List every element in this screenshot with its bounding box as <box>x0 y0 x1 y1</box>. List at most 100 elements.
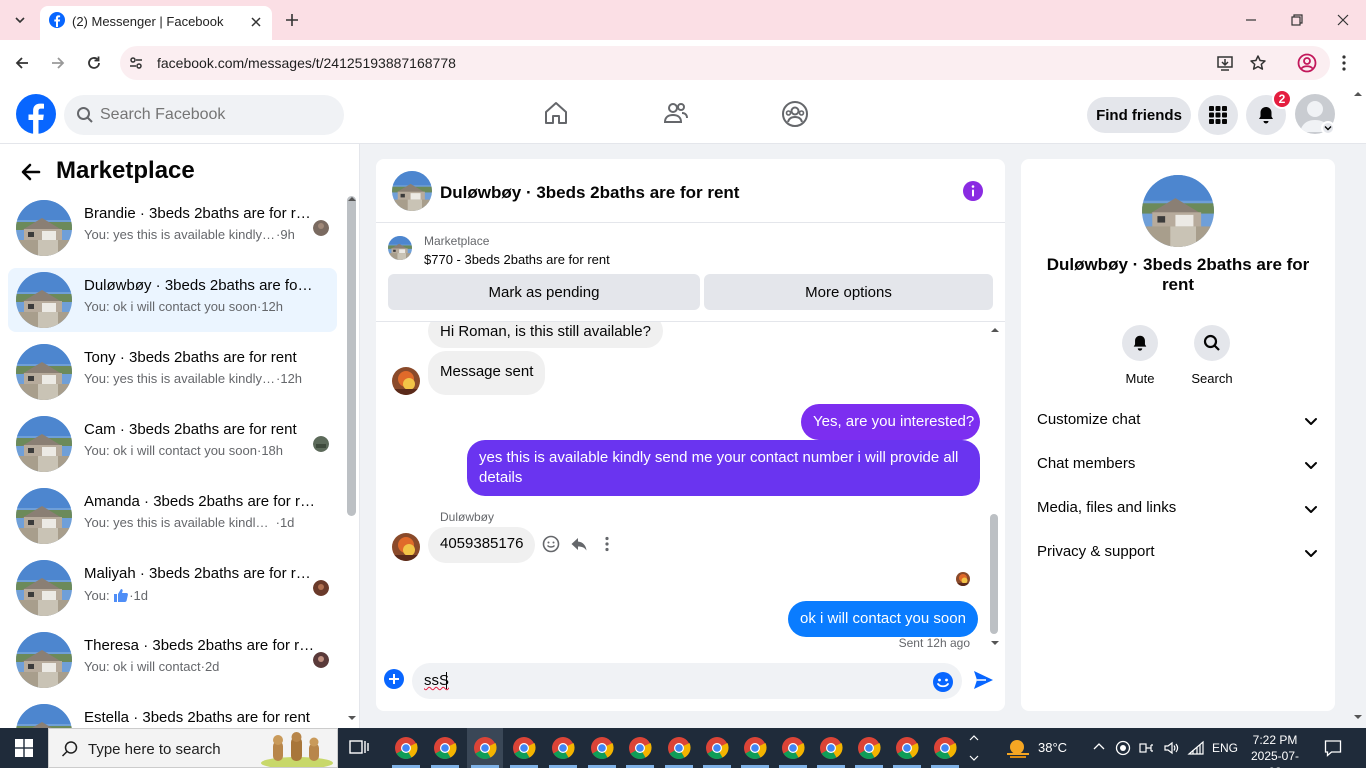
info-icon[interactable] <box>963 181 983 201</box>
back-arrow-icon[interactable] <box>13 54 31 72</box>
conversation-item[interactable]: Theresa · 3beds 2baths are for rent You:… <box>8 628 337 692</box>
send-icon[interactable] <box>972 669 994 691</box>
record-icon[interactable] <box>1115 740 1131 756</box>
plus-circle-icon[interactable] <box>384 669 404 689</box>
scroll-up-arrow-icon[interactable] <box>990 326 1000 334</box>
chrome-app-icon[interactable] <box>628 736 652 760</box>
groups-icon[interactable] <box>781 100 809 128</box>
address-bar[interactable]: facebook.com/messages/t/2412519388716877… <box>120 46 1330 80</box>
conversation-name: Estella · 3beds 2baths are for rent <box>84 709 310 726</box>
search-highlight-illustration-icon <box>261 732 333 767</box>
scroll-down-arrow-icon[interactable] <box>990 639 1000 647</box>
chevron-down-icon <box>1324 126 1332 131</box>
close-window-icon[interactable] <box>1335 12 1351 28</box>
start-button[interactable] <box>0 728 48 768</box>
bookmark-star-icon[interactable] <box>1249 54 1267 72</box>
more-options-button[interactable]: More options <box>704 274 993 310</box>
network-icon[interactable] <box>1139 740 1155 756</box>
taskbar-overflow-arrows-icon[interactable] <box>969 732 979 764</box>
mark-as-pending-button[interactable]: Mark as pending <box>388 274 700 310</box>
chrome-app-icon[interactable] <box>781 736 805 760</box>
friends-icon[interactable] <box>663 100 689 126</box>
page-scroll-down-arrow-icon[interactable] <box>1353 713 1363 721</box>
chrome-app-icon[interactable] <box>743 736 767 760</box>
wifi-icon[interactable] <box>1187 740 1205 756</box>
taskbar-search-box[interactable]: Type here to search <box>48 728 338 768</box>
customize-chat-row[interactable]: Customize chat <box>1021 398 1335 442</box>
clock[interactable]: 7:22 PM 2025-07-03 <box>1248 732 1302 780</box>
forward-arrow-icon[interactable] <box>49 54 67 72</box>
chevron-up-icon[interactable] <box>1092 740 1106 754</box>
install-app-icon[interactable] <box>1216 54 1234 72</box>
chrome-app-icon[interactable] <box>473 736 497 760</box>
chrome-app-icon[interactable] <box>895 736 919 760</box>
scroll-up-arrow-icon[interactable] <box>347 195 357 203</box>
text-caret <box>446 672 447 689</box>
weather-sun-icon[interactable] <box>1005 736 1031 760</box>
account-menu-caret[interactable] <box>1321 121 1335 135</box>
page-scroll-up-arrow-icon[interactable] <box>1353 90 1363 98</box>
back-arrow-icon[interactable] <box>20 161 42 183</box>
privacy-support-row[interactable]: Privacy & support <box>1021 530 1335 574</box>
tab-title: (2) Messenger | Facebook <box>72 14 224 29</box>
conversation-item[interactable]: Maliyah · 3beds 2baths are for rent You:… <box>8 556 337 620</box>
chrome-app-icon[interactable] <box>590 736 614 760</box>
browser-menu-icon[interactable] <box>1335 53 1353 73</box>
chrome-app-icon[interactable] <box>667 736 691 760</box>
facebook-search-box[interactable] <box>64 95 344 135</box>
conversation-item[interactable]: Tony · 3beds 2baths are for rent You: ye… <box>8 340 337 404</box>
chrome-app-icon[interactable] <box>394 736 418 760</box>
chevron-down-icon <box>1303 501 1319 517</box>
input-language[interactable]: ENG <box>1212 741 1238 755</box>
reload-icon[interactable] <box>85 54 103 72</box>
speaker-icon[interactable] <box>1163 740 1179 756</box>
listing-thumbnail[interactable] <box>392 171 432 211</box>
more-vertical-icon[interactable] <box>598 535 616 553</box>
mute-button[interactable]: Mute <box>1110 325 1170 386</box>
react-emoji-icon[interactable] <box>542 535 560 553</box>
search-in-chat-button[interactable]: Search <box>1182 325 1242 386</box>
listing-thumbnail <box>16 200 72 256</box>
chrome-app-icon[interactable] <box>551 736 575 760</box>
scroll-down-arrow-icon[interactable] <box>347 714 357 722</box>
home-icon[interactable] <box>543 100 569 126</box>
tab-search-button[interactable] <box>8 8 32 32</box>
reply-icon[interactable] <box>570 535 588 553</box>
chat-title[interactable]: Duløwbøy · 3beds 2baths are for rent <box>440 183 739 203</box>
task-view-icon[interactable] <box>348 738 370 758</box>
facebook-header: Find friends <box>0 86 1366 144</box>
chrome-app-icon[interactable] <box>933 736 957 760</box>
site-settings-icon[interactable] <box>128 55 144 71</box>
listing-title[interactable]: $770 - 3beds 2baths are for rent <box>424 252 610 267</box>
restore-icon[interactable] <box>1289 12 1305 28</box>
chrome-app-icon[interactable] <box>512 736 536 760</box>
chat-members-row[interactable]: Chat members <box>1021 442 1335 486</box>
facebook-logo-icon[interactable] <box>16 94 56 134</box>
action-center-icon[interactable] <box>1324 739 1342 757</box>
menu-button[interactable] <box>1198 95 1238 135</box>
chrome-app-icon[interactable] <box>705 736 729 760</box>
browser-tab[interactable]: (2) Messenger | Facebook <box>40 6 272 40</box>
message-input[interactable]: ssS <box>412 663 962 699</box>
find-friends-button[interactable]: Find friends <box>1087 97 1191 133</box>
minimize-icon[interactable] <box>1243 12 1259 28</box>
emoji-icon[interactable] <box>932 671 954 693</box>
media-files-links-row[interactable]: Media, files and links <box>1021 486 1335 530</box>
profile-icon[interactable] <box>1297 53 1317 73</box>
conversation-item[interactable]: Cam · 3beds 2baths are for rent You: ok … <box>8 412 337 476</box>
new-tab-icon[interactable] <box>282 10 302 30</box>
temperature[interactable]: 38°C <box>1038 740 1067 755</box>
close-icon[interactable] <box>248 14 264 30</box>
chrome-app-icon[interactable] <box>857 736 881 760</box>
chrome-app-icon[interactable] <box>433 736 457 760</box>
conversation-item[interactable]: Brandie · 3beds 2baths are for rent You:… <box>8 196 337 260</box>
conversation-item[interactable]: Amanda · 3beds 2baths are for rent You: … <box>8 484 337 548</box>
conversation-item-active[interactable]: Duløwbøy · 3beds 2baths are for rent You… <box>8 268 337 332</box>
conversation-item[interactable]: Estella · 3beds 2baths are for rent <box>8 700 337 728</box>
scrollbar-thumb[interactable] <box>990 514 998 634</box>
scrollbar-thumb[interactable] <box>347 196 356 516</box>
conversation-name: Cam · 3beds 2baths are for rent <box>84 421 297 438</box>
facebook-search-input[interactable] <box>100 95 330 135</box>
chat-details-panel: Duløwbøy · 3beds 2baths are for rent Mut… <box>1021 159 1335 711</box>
chrome-app-icon[interactable] <box>819 736 843 760</box>
